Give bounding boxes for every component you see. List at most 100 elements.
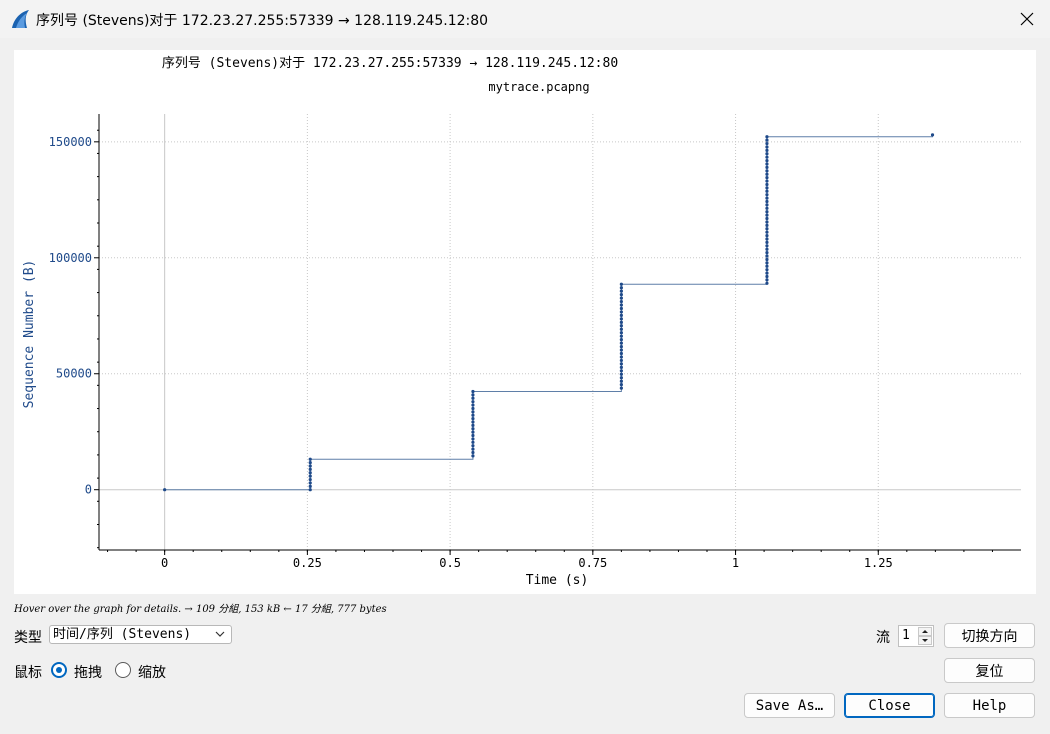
data-point: [765, 230, 769, 234]
data-point: [765, 233, 769, 238]
data-point: [765, 199, 769, 204]
data-point: [619, 293, 623, 297]
data-point: [308, 484, 312, 488]
data-point: [619, 351, 623, 356]
data-point: [619, 341, 623, 345]
zoom-radio[interactable]: [115, 662, 131, 678]
mouse-label: 鼠标: [14, 665, 42, 681]
data-point: [765, 155, 769, 159]
window-title: 序列号 (Stevens)对于 172.23.27.255:57339 → 12…: [36, 13, 489, 29]
x-tick-label: 1: [732, 556, 739, 570]
data-point: [619, 338, 623, 342]
data-point: [619, 376, 623, 380]
data-point: [930, 133, 935, 137]
drag-radio[interactable]: [51, 662, 67, 678]
sequence-graph[interactable]: 序列号 (Stevens)对于 172.23.27.255:57339 → 12…: [14, 50, 1036, 594]
data-point: [619, 296, 623, 300]
data-point: [765, 135, 769, 139]
title-bar: 序列号 (Stevens)对于 172.23.27.255:57339 → 12…: [0, 0, 1050, 38]
data-point: [471, 406, 475, 411]
save-as-button[interactable]: Save As…: [744, 693, 835, 718]
switch-direction-button[interactable]: 切换方向: [944, 623, 1035, 648]
data-point: [308, 488, 312, 492]
drag-label[interactable]: 拖拽: [74, 662, 102, 682]
data-point: [619, 320, 623, 324]
data-point: [619, 327, 623, 331]
x-tick-label: 0.25: [293, 556, 322, 570]
data-point: [765, 278, 769, 282]
data-point: [471, 430, 475, 434]
data-point: [163, 488, 167, 492]
help-button[interactable]: Help: [944, 693, 1035, 718]
data-point: [619, 355, 623, 359]
close-button[interactable]: Close: [844, 693, 935, 718]
stream-spinbox[interactable]: 1: [898, 625, 934, 647]
data-point: [619, 286, 623, 290]
y-axis-label: Sequence Number (B): [22, 260, 37, 409]
data-point: [471, 396, 475, 400]
data-point: [308, 457, 312, 461]
data-point: [765, 251, 769, 255]
data-point: [471, 440, 475, 444]
data-point: [765, 244, 769, 248]
data-point: [619, 362, 623, 366]
data-point: [619, 344, 623, 349]
chevron-down-icon: [215, 631, 225, 637]
data-point: [471, 416, 475, 421]
data-point: [471, 403, 475, 407]
y-tick-label: 0: [85, 483, 92, 497]
close-icon[interactable]: [1012, 4, 1042, 34]
data-point: [765, 141, 769, 146]
data-point: [765, 261, 769, 265]
data-point: [619, 348, 623, 352]
sequence-line: [164, 134, 934, 491]
data-point: [619, 372, 623, 376]
data-point: [765, 220, 769, 224]
data-point: [765, 138, 769, 142]
data-point: [471, 454, 475, 458]
data-point: [471, 433, 475, 438]
status-hint: Hover over the graph for details. → 109 …: [14, 604, 387, 615]
data-point: [765, 162, 769, 166]
stream-label: 流: [876, 630, 890, 646]
spin-arrows-icon[interactable]: [918, 627, 932, 645]
data-point: [765, 193, 769, 197]
data-point: [765, 227, 769, 231]
data-point: [619, 306, 623, 311]
data-point: [619, 299, 623, 304]
graph-type-select[interactable]: 时间/序列 (Stevens): [49, 625, 232, 644]
data-point: [765, 274, 769, 279]
data-point: [619, 313, 623, 317]
x-tick-label: 1.25: [864, 556, 893, 570]
data-point: [471, 427, 475, 431]
chart-subtitle: mytrace.pcapng: [488, 80, 589, 94]
data-point: [765, 240, 769, 244]
reset-button[interactable]: 复位: [944, 658, 1035, 683]
data-point: [619, 331, 623, 335]
data-point: [619, 282, 623, 286]
data-point: [619, 310, 623, 314]
data-point: [471, 450, 475, 455]
data-point: [308, 471, 312, 475]
data-point: [308, 474, 312, 478]
y-tick-label: 50000: [56, 367, 92, 381]
data-point: [308, 464, 312, 468]
data-point: [765, 145, 769, 149]
data-point: [765, 210, 769, 214]
data-point: [619, 386, 623, 390]
data-point: [619, 303, 623, 307]
data-point: [471, 389, 475, 394]
data-point: [765, 213, 769, 217]
x-tick-label: 0.5: [439, 556, 461, 570]
data-point: [765, 165, 769, 170]
data-point: [765, 247, 769, 251]
data-point: [471, 413, 475, 417]
data-point: [619, 324, 623, 328]
data-point: [765, 189, 769, 193]
data-point: [619, 379, 623, 383]
data-point: [619, 365, 623, 369]
chart-svg[interactable]: 序列号 (Stevens)对于 172.23.27.255:57339 → 12…: [14, 50, 1036, 594]
zoom-label[interactable]: 缩放: [138, 662, 166, 682]
data-point: [471, 400, 475, 404]
y-tick-label: 100000: [49, 251, 92, 265]
